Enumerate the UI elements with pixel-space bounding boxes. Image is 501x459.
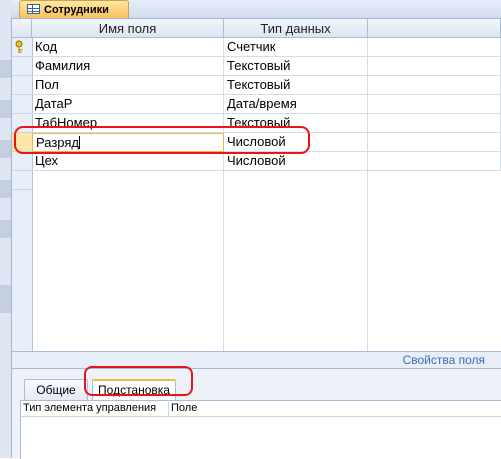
row-selector[interactable]: [12, 57, 32, 76]
field-row[interactable]: Цех Числовой: [32, 152, 501, 171]
document-tab[interactable]: Сотрудники: [19, 0, 129, 18]
highlight-oval-row: [14, 126, 310, 154]
field-row[interactable]: ДатаР Дата/время: [32, 95, 501, 114]
field-row[interactable]: Пол Текстовый: [32, 76, 501, 95]
field-properties-bar: Свойства поля: [12, 351, 501, 369]
select-all-corner[interactable]: [12, 19, 32, 38]
header-description[interactable]: [368, 19, 501, 38]
description-cell[interactable]: [368, 57, 501, 76]
description-cell[interactable]: [368, 152, 501, 171]
field-rows: Код Счетчик Фамилия Текстовый Пол Тексто…: [32, 38, 501, 351]
row-selector[interactable]: [12, 38, 32, 57]
property-value[interactable]: Поле: [171, 402, 197, 414]
document-tab-title: Сотрудники: [44, 4, 109, 16]
field-properties-label: Свойства поля: [402, 353, 485, 367]
data-type-cell[interactable]: Дата/время: [224, 95, 368, 114]
tab-general[interactable]: Общие: [24, 379, 88, 401]
description-cell[interactable]: [368, 133, 501, 152]
field-row[interactable]: Код Счетчик: [32, 38, 501, 57]
highlight-oval-tab: [84, 366, 193, 396]
table-icon: [27, 4, 40, 14]
description-cell[interactable]: [368, 38, 501, 57]
properties-panel: Тип элемента управления Поле: [20, 400, 501, 459]
description-cell[interactable]: [368, 114, 501, 133]
design-grid: Имя поля Тип данных Код Счетчик Фамилия …: [12, 19, 501, 351]
primary-key-icon: [15, 40, 23, 53]
property-row[interactable]: Тип элемента управления Поле: [21, 401, 501, 417]
row-selector[interactable]: [12, 171, 32, 190]
row-selector[interactable]: [12, 76, 32, 95]
document-tab-bar: Сотрудники: [11, 0, 501, 19]
description-cell[interactable]: [368, 76, 501, 95]
row-selector[interactable]: [12, 95, 32, 114]
data-type-cell[interactable]: Текстовый: [224, 57, 368, 76]
header-data-type[interactable]: Тип данных: [224, 19, 368, 38]
row-selector[interactable]: [12, 152, 32, 171]
field-name-cell[interactable]: Фамилия: [32, 57, 224, 76]
data-type-cell[interactable]: Числовой: [224, 152, 368, 171]
property-name: Тип элемента управления: [23, 402, 169, 416]
field-name-cell[interactable]: Пол: [32, 76, 224, 95]
row-selector-column: [12, 38, 33, 351]
field-row[interactable]: Фамилия Текстовый: [32, 57, 501, 76]
data-type-cell[interactable]: Текстовый: [224, 76, 368, 95]
navigation-pane-edge: [0, 0, 12, 458]
description-cell[interactable]: [368, 95, 501, 114]
field-name-cell[interactable]: Цех: [32, 152, 224, 171]
header-field-name[interactable]: Имя поля: [32, 19, 224, 38]
field-name-cell[interactable]: Код: [32, 38, 224, 57]
data-type-cell[interactable]: Счетчик: [224, 38, 368, 57]
field-name-cell[interactable]: ДатаР: [32, 95, 224, 114]
